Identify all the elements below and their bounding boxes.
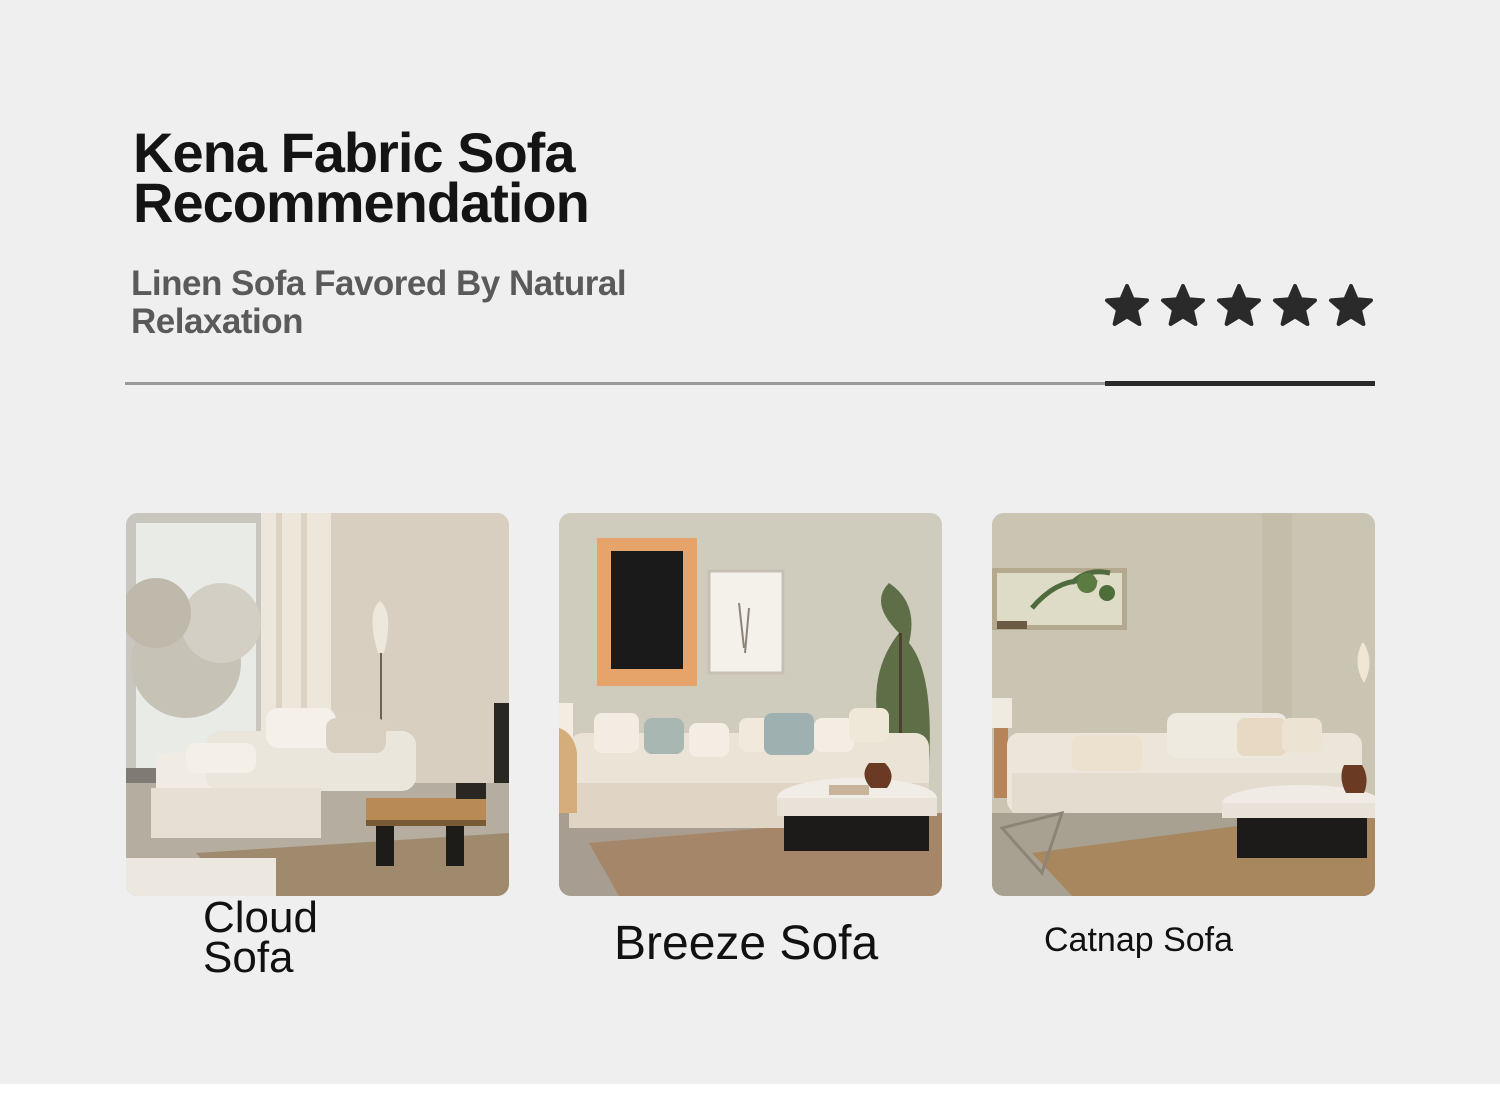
rating-stars bbox=[1103, 281, 1375, 331]
divider-accent bbox=[1105, 381, 1375, 386]
page-subtitle: Linen Sofa Favored By Natural Relaxation bbox=[131, 264, 627, 341]
product-image-cloud-sofa[interactable] bbox=[126, 513, 509, 896]
star-icon bbox=[1159, 282, 1207, 330]
star-icon bbox=[1271, 282, 1319, 330]
product-image-catnap-sofa[interactable] bbox=[992, 513, 1375, 896]
product-name[interactable]: Breeze Sofa bbox=[614, 918, 944, 970]
product-image-breeze-sofa[interactable] bbox=[559, 513, 942, 896]
star-icon bbox=[1215, 282, 1263, 330]
product-name[interactable]: Catnap Sofa bbox=[1044, 921, 1344, 959]
page-canvas: Kena Fabric Sofa Recommendation Linen So… bbox=[0, 0, 1500, 1084]
product-name[interactable]: Cloud Sofa bbox=[203, 896, 403, 980]
page-title: Kena Fabric Sofa Recommendation bbox=[133, 121, 590, 234]
star-icon bbox=[1327, 282, 1375, 330]
star-icon bbox=[1103, 282, 1151, 330]
